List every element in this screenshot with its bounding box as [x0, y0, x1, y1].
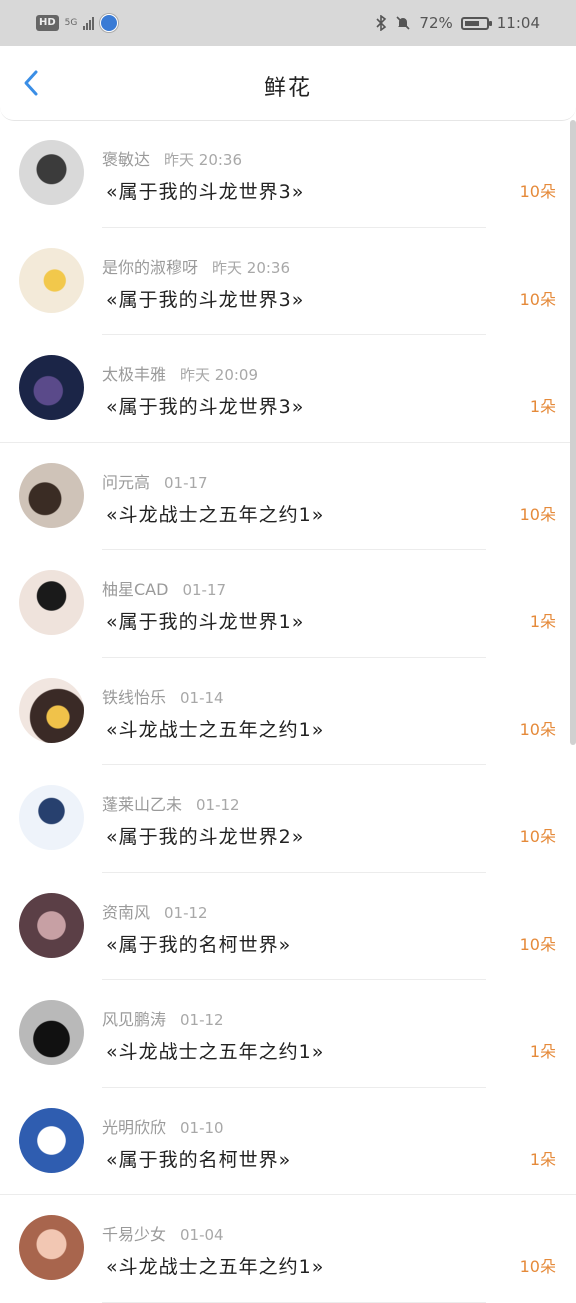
send-time: 01-10 [180, 1118, 224, 1137]
page-title: 鲜花 [263, 76, 312, 101]
flower-row[interactable]: 资南风 01-12 «属于我的名柯世界» 10朵 [0, 873, 576, 980]
sender-name-text[interactable]: 风见鹏涛 [102, 1010, 166, 1029]
flower-row[interactable]: 千易少女 01-04 «斗龙战士之五年之约1» 10朵 [0, 1195, 576, 1303]
book-title[interactable]: «属于我的斗龙世界3» [106, 392, 304, 419]
send-time: 01-12 [180, 1011, 224, 1029]
book-title[interactable]: «属于我的名柯世界» [106, 930, 291, 957]
sender-name-text[interactable]: 资南风 [102, 903, 150, 922]
send-time: 01-17 [164, 473, 208, 492]
send-time: 昨天 20:09 [180, 366, 259, 384]
sender-name[interactable]: 蓬莱山乙未 01-12 [102, 791, 240, 815]
bluetooth-icon [376, 15, 387, 31]
status-right: 72% 11:04 [375, 14, 540, 32]
book-title[interactable]: «属于我的斗龙世界2» [106, 822, 304, 849]
clock: 11:04 [496, 14, 540, 32]
sender-name-text[interactable]: 褒敏达 [102, 150, 150, 169]
sender-name-text[interactable]: 问元高 [102, 473, 150, 492]
flower-row[interactable]: 铁线怡乐 01-14 «斗龙战士之五年之约1» 10朵 [0, 658, 576, 765]
flower-count: 10朵 [519, 289, 556, 309]
scrollbar[interactable] [570, 120, 576, 745]
flower-count: 10朵 [519, 827, 556, 846]
sender-name[interactable]: 柚星CAD 01-17 [102, 576, 226, 600]
sender-name-text[interactable]: 太极丰雅 [102, 365, 166, 384]
send-time: 昨天 20:36 [212, 258, 291, 277]
sender-name[interactable]: 是你的淑穆呀 昨天 20:36 [102, 254, 290, 278]
sender-name[interactable]: 资南风 01-12 [102, 899, 208, 923]
book-title[interactable]: «斗龙战士之五年之约1» [106, 1037, 324, 1064]
sender-name[interactable]: 千易少女 01-04 [102, 1221, 224, 1245]
flower-list: 褒敏达 昨天 20:36 «属于我的斗龙世界3» 10朵 是你的淑穆呀 昨天 20:36 «… [0, 120, 576, 1303]
flower-count: 1朵 [529, 1149, 556, 1169]
flower-count: 1朵 [529, 1042, 556, 1061]
signal-icon [83, 16, 95, 30]
battery-percent: 72% [419, 14, 453, 32]
flower-count: 1朵 [529, 397, 556, 416]
sender-name-text[interactable]: 柚星CAD [102, 580, 168, 599]
sender-name[interactable]: 问元高 01-17 [102, 469, 208, 493]
hd-badge: HD [36, 15, 59, 31]
mute-bell-icon [396, 16, 410, 30]
send-time: 01-17 [182, 581, 227, 599]
flower-count: 10朵 [519, 1257, 556, 1276]
send-time: 01-14 [180, 688, 224, 707]
send-time: 昨天 20:36 [164, 151, 243, 169]
flower-count: 1朵 [529, 612, 556, 631]
sender-name[interactable]: 光明欣欣 01-10 [102, 1114, 224, 1138]
book-title[interactable]: «斗龙战士之五年之约1» [106, 1252, 324, 1279]
book-title[interactable]: «属于我的名柯世界» [106, 1145, 291, 1172]
send-time: 01-04 [180, 1226, 224, 1244]
flower-count: 10朵 [519, 934, 556, 954]
browser-app-icon [100, 14, 119, 32]
user-avatar[interactable] [19, 785, 84, 850]
sender-name-text[interactable]: 千易少女 [102, 1225, 166, 1244]
user-avatar[interactable] [19, 677, 84, 743]
book-title[interactable]: «斗龙战士之五年之约1» [106, 500, 324, 527]
flower-row[interactable]: 是你的淑穆呀 昨天 20:36 «属于我的斗龙世界3» 10朵 [0, 228, 576, 335]
flower-row[interactable]: 褒敏达 昨天 20:36 «属于我的斗龙世界3» 10朵 [0, 120, 576, 228]
flower-row[interactable]: 太极丰雅 昨天 20:09 «属于我的斗龙世界3» 1朵 [0, 335, 576, 443]
flower-count: 10朵 [519, 182, 556, 201]
app-header: 鲜花 [0, 46, 576, 121]
sender-name[interactable]: 铁线怡乐 01-14 [102, 684, 224, 708]
sender-name[interactable]: 太极丰雅 昨天 20:09 [102, 361, 258, 385]
sender-name-text[interactable]: 光明欣欣 [102, 1118, 166, 1137]
user-avatar[interactable] [19, 140, 84, 205]
user-avatar[interactable] [19, 462, 84, 528]
sender-name-text[interactable]: 铁线怡乐 [102, 688, 166, 707]
status-left: HD 5G [36, 14, 119, 32]
user-avatar[interactable] [19, 1000, 84, 1065]
sender-name[interactable]: 风见鹏涛 01-12 [102, 1006, 224, 1030]
flower-count: 10朵 [519, 719, 556, 739]
book-title[interactable]: «属于我的斗龙世界3» [106, 285, 304, 312]
flower-row[interactable]: 风见鹏涛 01-12 «斗龙战士之五年之约1» 1朵 [0, 980, 576, 1088]
network-type: 5G [64, 17, 78, 28]
flower-row[interactable]: 蓬莱山乙未 01-12 «属于我的斗龙世界2» 10朵 [0, 765, 576, 873]
flower-row[interactable]: 光明欣欣 01-10 «属于我的名柯世界» 1朵 [0, 1088, 576, 1195]
send-time: 01-12 [164, 903, 208, 922]
book-title[interactable]: «斗龙战士之五年之约1» [106, 715, 324, 742]
row-divider [102, 1301, 486, 1303]
user-avatar[interactable] [19, 355, 84, 420]
book-title[interactable]: «属于我的斗龙世界1» [106, 607, 304, 634]
send-time: 01-12 [196, 796, 240, 814]
sender-name-text[interactable]: 蓬莱山乙未 [102, 795, 182, 814]
status-bar: HD 5G 72% 11:04 [0, 0, 576, 46]
flower-row[interactable]: 柚星CAD 01-17 «属于我的斗龙世界1» 1朵 [0, 550, 576, 658]
user-avatar[interactable] [19, 1107, 84, 1173]
user-avatar[interactable] [19, 892, 84, 958]
flower-row[interactable]: 问元高 01-17 «斗龙战士之五年之约1» 10朵 [0, 443, 576, 550]
sender-name-text[interactable]: 是你的淑穆呀 [102, 258, 198, 277]
flower-count: 10朵 [519, 504, 556, 524]
user-avatar[interactable] [19, 1215, 84, 1280]
sender-name[interactable]: 褒敏达 昨天 20:36 [102, 146, 242, 170]
book-title[interactable]: «属于我的斗龙世界3» [106, 177, 304, 204]
user-avatar[interactable] [19, 247, 84, 313]
battery-icon [460, 16, 492, 30]
user-avatar[interactable] [19, 570, 84, 635]
